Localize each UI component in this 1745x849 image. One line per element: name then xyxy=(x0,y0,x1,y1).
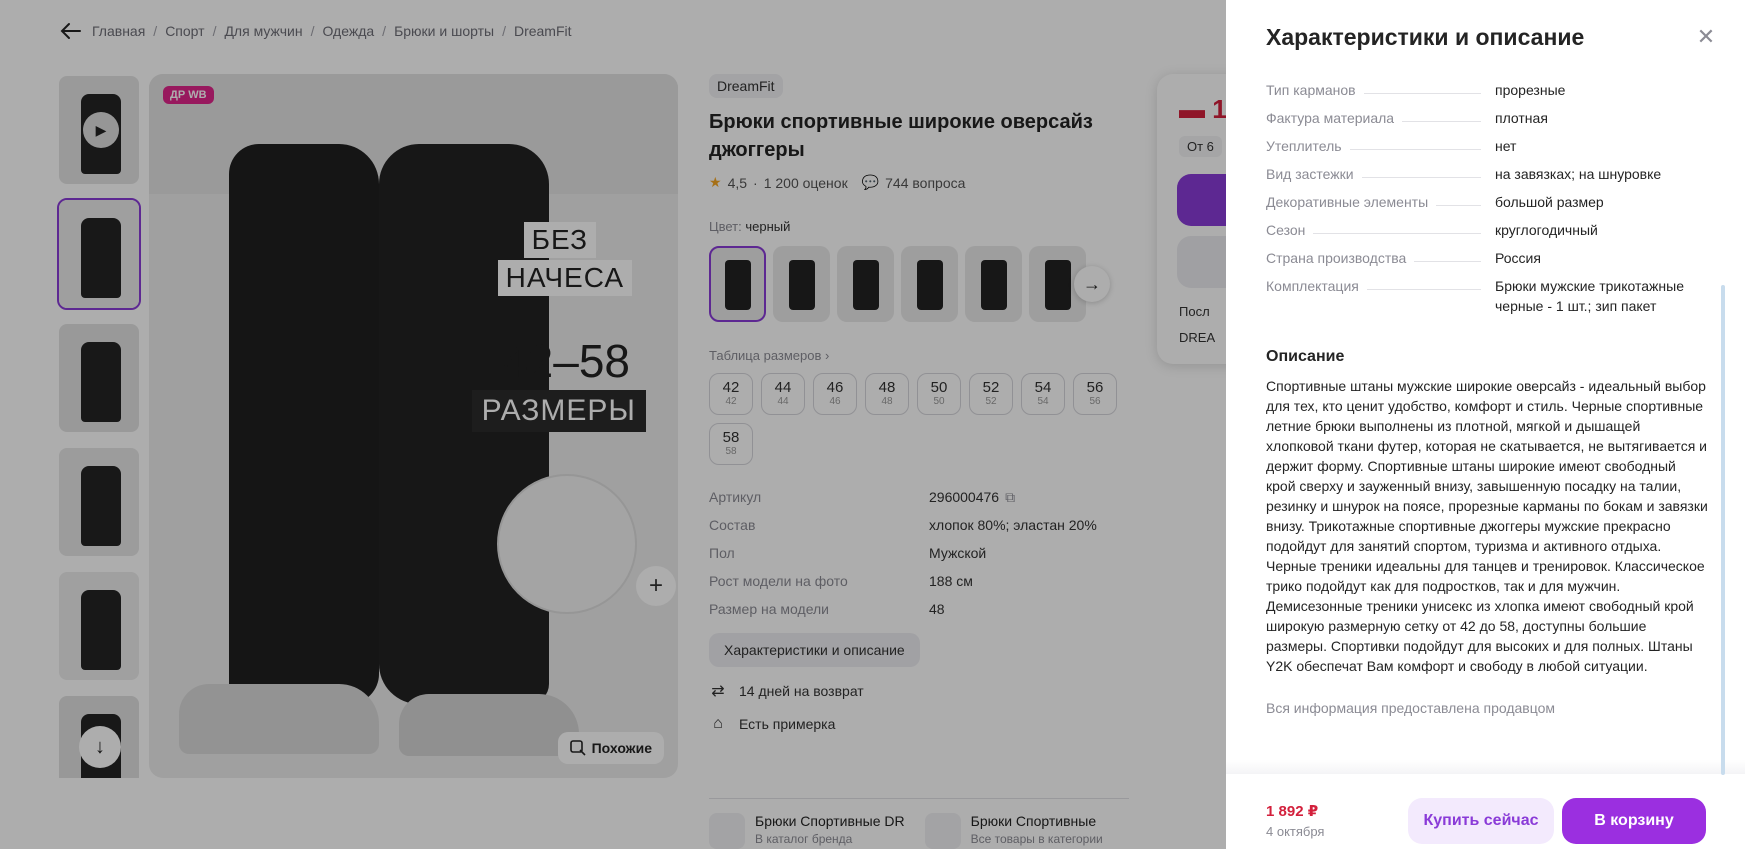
characteristic-row: Комплектация Брюки мужские трикотажные че… xyxy=(1266,278,1684,314)
drawer-content[interactable]: Тип карманов прорезные Фактура материала п… xyxy=(1266,78,1708,766)
add-to-cart-button[interactable]: В корзину xyxy=(1562,798,1706,844)
description-title: Описание xyxy=(1266,348,1345,365)
drawer-title: Характеристики и описание xyxy=(1266,24,1585,50)
drawer-scrollbar[interactable] xyxy=(1721,285,1725,775)
drawer-footer: 1 892 ₽ 4 октября Купить сейчас В корзин… xyxy=(1226,774,1745,849)
footer-price: 1 892 ₽ xyxy=(1266,803,1319,820)
characteristic-row: Страна производства Россия xyxy=(1266,250,1541,266)
seller-note: Вся информация предоставлена продавцом xyxy=(1266,700,1556,716)
characteristic-row: Тип карманов прорезные xyxy=(1266,82,1566,98)
description-text: Спортивные штаны мужские широкие оверсай… xyxy=(1266,378,1708,674)
characteristic-row: Вид застежки на завязках; на шнуровке xyxy=(1266,166,1662,182)
buy-now-button[interactable]: Купить сейчас xyxy=(1408,798,1554,844)
characteristic-row: Фактура материала плотная xyxy=(1266,110,1548,126)
delivery-date: 4 октября xyxy=(1266,824,1325,839)
scroll-fade xyxy=(1226,760,1745,774)
close-icon[interactable]: ✕ xyxy=(1695,26,1717,48)
characteristic-row: Утеплитель нет xyxy=(1266,138,1517,154)
characteristics-drawer: Характеристики и описание ✕ Тип карманов… xyxy=(1226,0,1745,849)
characteristic-row: Декоративные элементы большой размер xyxy=(1266,194,1604,210)
characteristic-row: Сезон круглогодичный xyxy=(1266,222,1598,238)
